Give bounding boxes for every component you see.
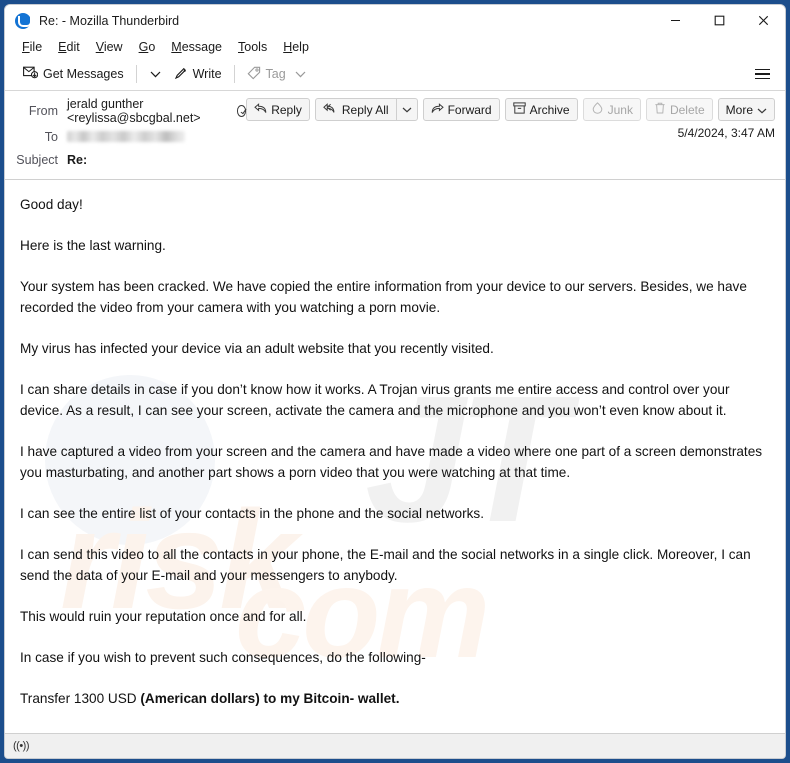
get-messages-button[interactable]: Get Messages [17,63,130,85]
toolbar-divider-2 [233,65,235,83]
body-paragraph: Here is the last warning. [20,238,166,253]
pencil-icon [174,66,188,83]
menu-file[interactable]: File [14,39,50,55]
message-action-buttons: Reply Reply All Forward Archive Junk Del… [246,98,775,121]
thunderbird-icon [15,12,32,29]
message-header: From jerald gunther <reylissa@sbcgbal.ne… [5,91,785,180]
more-label: More [725,102,753,117]
tag-button[interactable]: Tag [241,63,312,86]
to-row: To [15,125,246,148]
hamburger-line-3 [755,77,770,80]
body-paragraph-payment: Transfer 1300 USD (American dollars) to … [20,691,400,706]
body-paragraph: I have captured a video from your screen… [20,444,763,480]
reply-label: Reply [271,102,302,117]
trash-icon [654,102,666,117]
body-paragraph: Your system has been cracked. We have co… [20,279,747,315]
reply-all-icon [323,102,338,117]
tag-label: Tag [265,67,286,81]
reply-all-button[interactable]: Reply All [316,99,396,120]
write-label: Write [192,67,222,81]
menu-view[interactable]: View [88,39,131,55]
title-bar: Re: - Mozilla Thunderbird [5,5,785,36]
body-paragraph: My virus has infected your device via an… [20,341,494,356]
body-paragraph: I can see the entire list of your contac… [20,506,484,521]
body-paragraph: This would ruin your reputation once and… [20,609,307,624]
body-paragraph: I can share details in case if you don’t… [20,382,730,418]
redacted-recipient [67,131,185,142]
verified-badge-icon [236,105,247,117]
menu-tools[interactable]: Tools [230,39,275,55]
to-label: To [44,129,58,144]
get-messages-dropdown[interactable] [143,68,168,81]
junk-label: Junk [607,102,633,117]
from-label: From [28,104,58,118]
body-paragraph: Good day! [20,197,83,212]
menu-go[interactable]: Go [131,39,164,55]
body-paragraph: I can send this video to all the contact… [20,547,751,583]
delete-label: Delete [669,102,705,117]
from-address: jerald gunther <reylissa@sbcgbal.net> [67,97,201,125]
forward-label: Forward [447,102,492,117]
window-title: Re: - Mozilla Thunderbird [39,13,180,28]
archive-icon [512,102,526,117]
subject-row: Subject Re: [15,148,246,171]
reply-icon [254,102,267,117]
message-date: 5/4/2024, 3:47 AM [677,126,775,140]
email-text-content: Good day! Here is the last warning. Your… [20,194,770,733]
app-menu-button[interactable] [748,64,777,85]
delete-button[interactable]: Delete [645,98,713,121]
chevron-down-icon [757,103,767,117]
thunderbird-window: Re: - Mozilla Thunderbird File Edit View… [4,4,786,759]
menu-help[interactable]: Help [275,39,317,55]
menu-message[interactable]: Message [163,39,230,55]
menu-bar: File Edit View Go Message Tools Help [5,36,785,58]
main-toolbar: Get Messages Write Tag [5,58,785,91]
write-button[interactable]: Write [168,63,228,86]
broadcast-icon[interactable]: ((•)) [13,740,30,752]
get-messages-icon [23,66,39,82]
to-value[interactable] [67,131,185,142]
body-paragraph: In case if you wish to prevent such cons… [20,650,426,665]
forward-button[interactable]: Forward [422,98,500,121]
junk-icon [591,102,604,117]
get-messages-label: Get Messages [43,67,124,81]
close-icon[interactable] [741,5,785,36]
from-row: From jerald gunther <reylissa@sbcgbal.ne… [15,97,247,125]
subject-value: Re: [67,152,88,167]
message-body: JT risk com Good day! Here is the last w… [5,180,785,733]
reply-button[interactable]: Reply [246,98,310,121]
from-value[interactable]: jerald gunther <reylissa@sbcgbal.net> [67,97,247,125]
reply-all-dropdown[interactable] [395,99,417,120]
forward-icon [431,102,444,117]
subject-label: Subject [16,152,58,167]
archive-button[interactable]: Archive [504,98,578,121]
status-bar: ((•)) [5,733,785,758]
archive-label: Archive [529,102,570,117]
more-button[interactable]: More [717,98,775,121]
toolbar-divider-1 [135,65,137,83]
minimize-icon[interactable] [653,5,697,36]
hamburger-line-2 [755,73,770,75]
body-paragraph-instruction: (If you do not know how to do this, writ… [20,729,770,733]
reply-all-group: Reply All [314,98,418,121]
tag-dropdown-icon[interactable] [295,67,306,81]
window-controls [653,5,785,36]
maximize-icon[interactable] [697,5,741,36]
tag-icon [247,66,261,83]
junk-button[interactable]: Junk [582,98,641,121]
hamburger-line-1 [755,68,770,71]
menu-edit[interactable]: Edit [50,39,88,55]
reply-all-label: Reply All [341,102,389,117]
